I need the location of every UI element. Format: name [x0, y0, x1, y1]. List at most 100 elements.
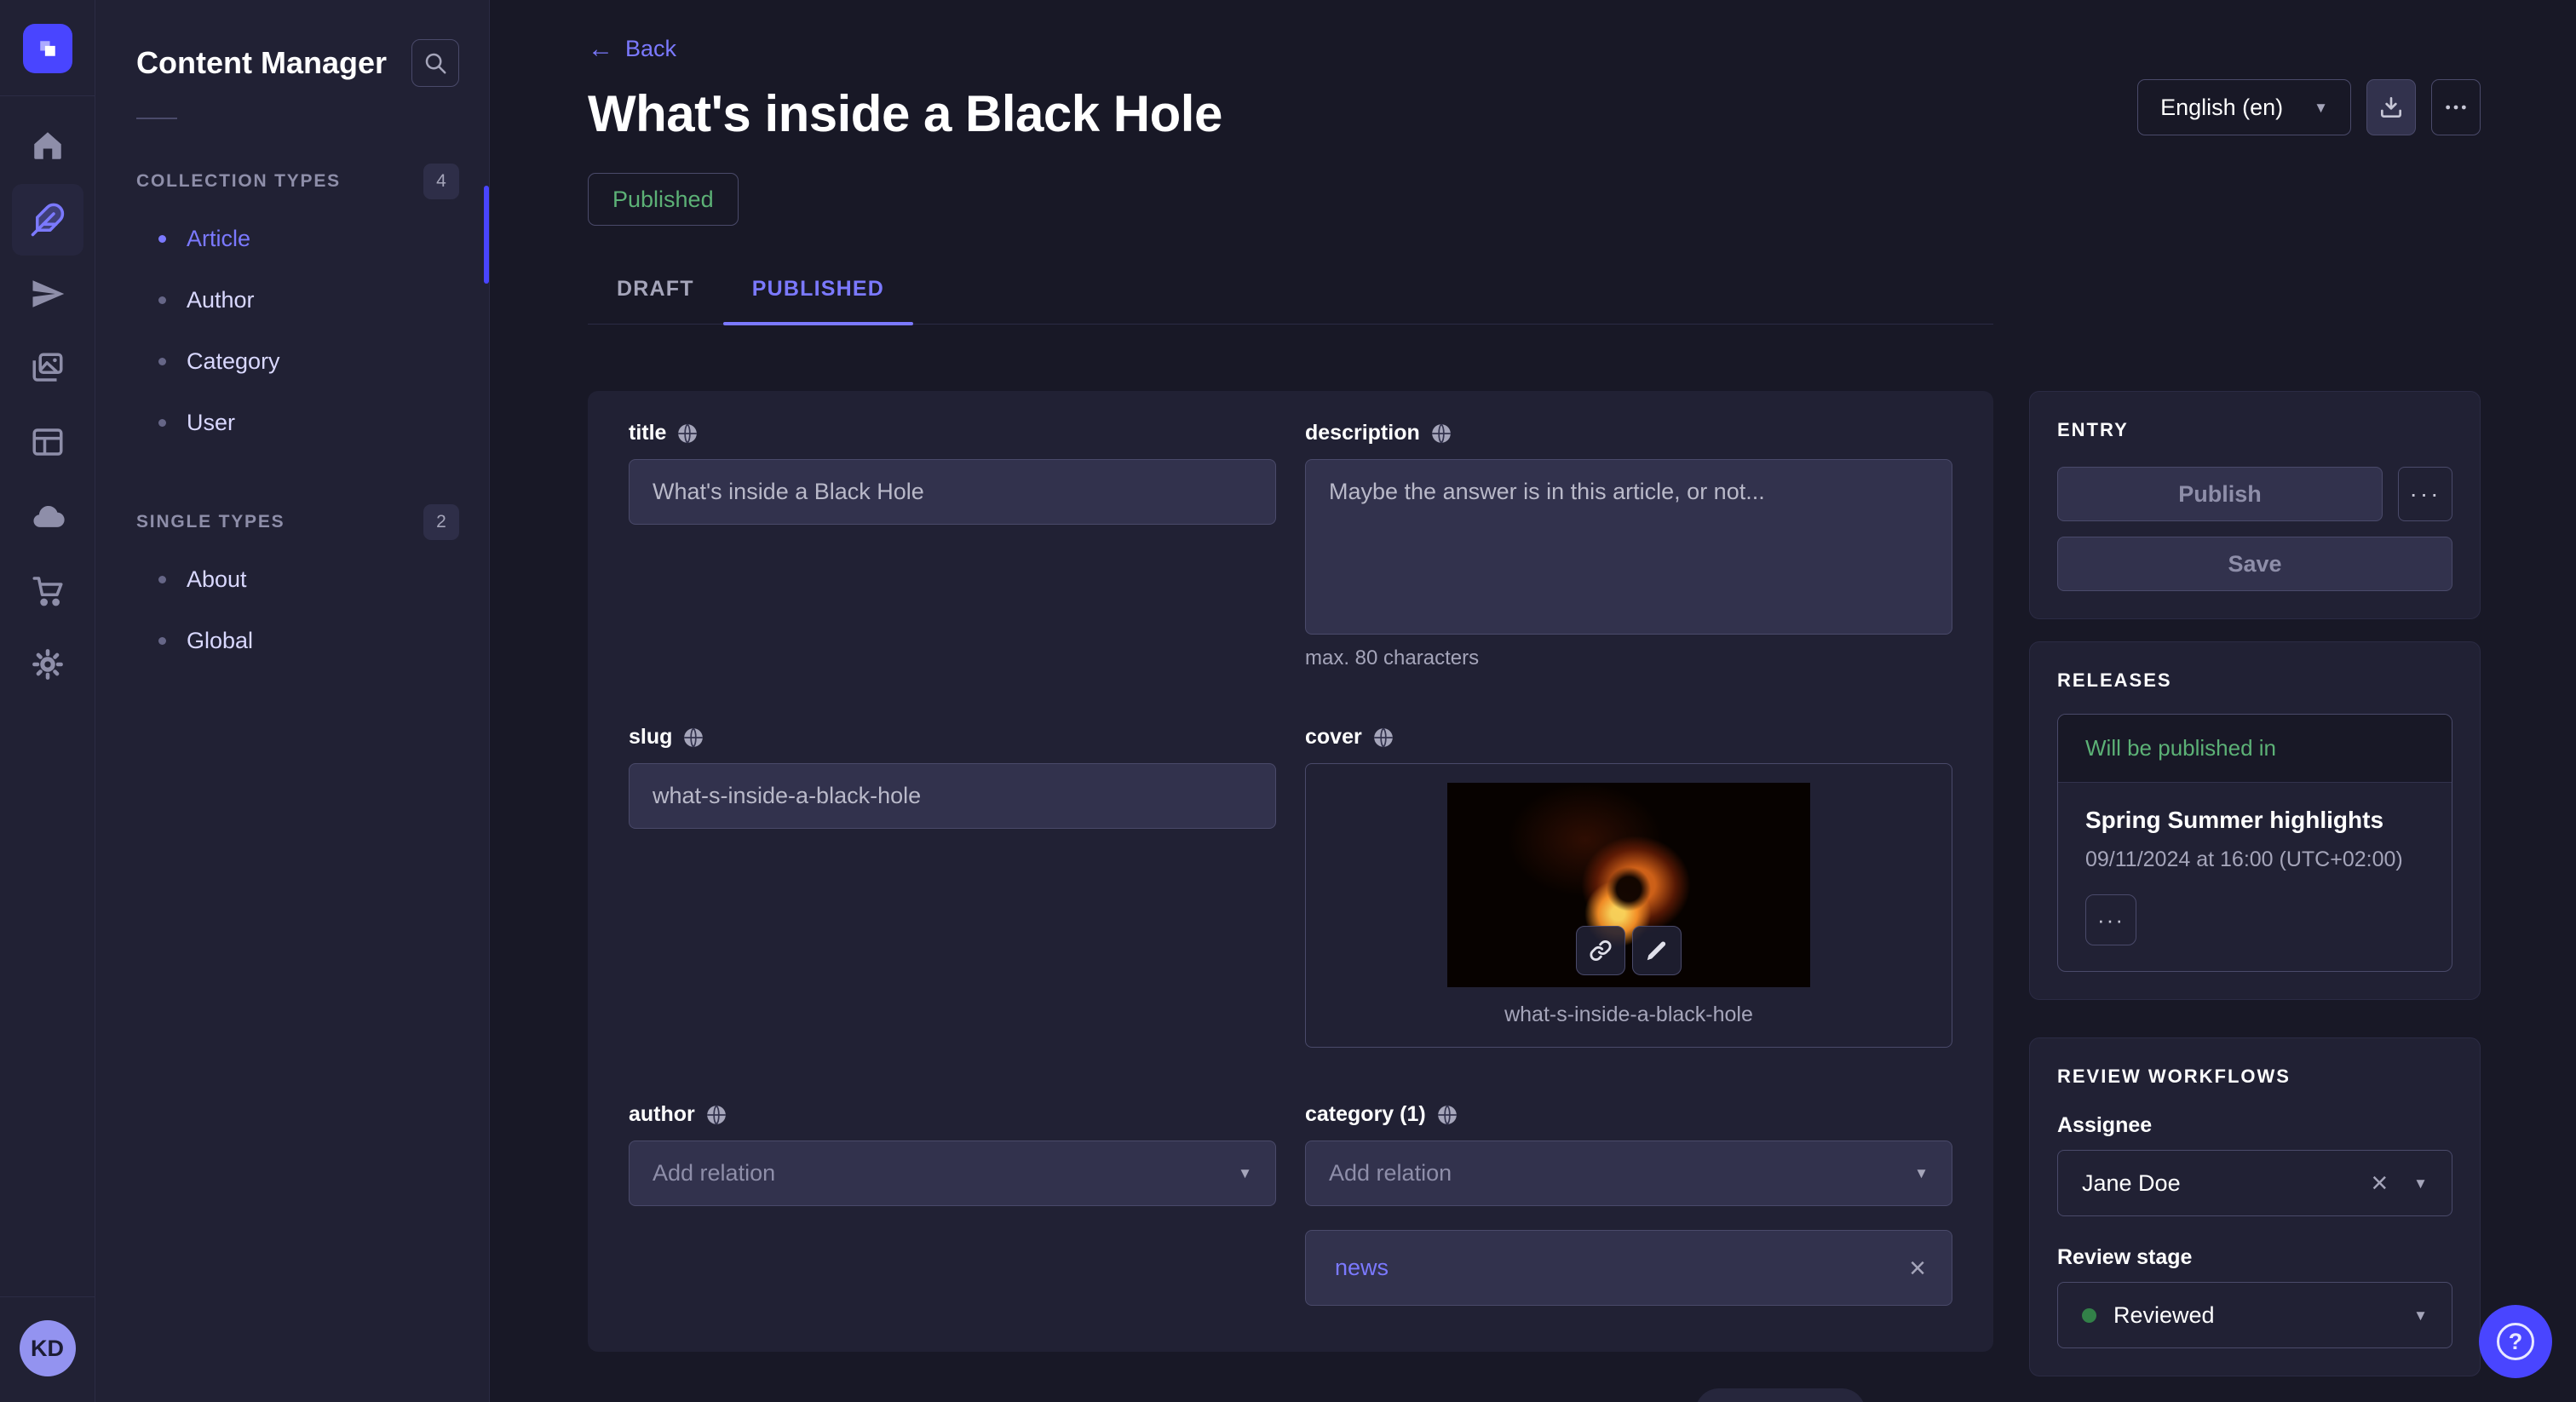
version-tabs: DRAFT PUBLISHED [588, 277, 1993, 325]
slug-input[interactable]: what-s-inside-a-black-hole [629, 763, 1276, 829]
bullet-icon [158, 358, 166, 365]
entry-more-button[interactable]: ··· [2398, 467, 2452, 521]
scroll-hidden-button[interactable] [1695, 1388, 1866, 1402]
cover-label: cover [1305, 725, 1362, 750]
collection-types-label: COLLECTION TYPES [136, 171, 341, 192]
locale-select[interactable]: English (en) ▼ [2137, 79, 2351, 135]
tab-draft[interactable]: DRAFT [588, 277, 723, 324]
home-icon[interactable] [24, 122, 72, 170]
status-badge: Published [588, 173, 739, 226]
search-icon [423, 50, 448, 76]
field-category: category (1) Add relation ▼ news × [1305, 1102, 1952, 1306]
sidebar-item-label: Category [187, 348, 280, 375]
publish-button[interactable]: Publish [2057, 467, 2383, 521]
chevron-down-icon: ▼ [1238, 1166, 1252, 1181]
back-link[interactable]: ← Back [588, 36, 676, 62]
remove-relation-icon[interactable]: × [1909, 1254, 1926, 1283]
category-label: category (1) [1305, 1102, 1426, 1127]
side-panel-column: ENTRY Publish ··· Save RELEASES Will be … [2029, 391, 2481, 1376]
collection-types-section: COLLECTION TYPES 4 Article Author Catego… [136, 164, 459, 453]
assignee-label: Assignee [2057, 1113, 2452, 1138]
assignee-combobox[interactable]: Jane Doe × ▼ [2057, 1150, 2452, 1216]
header-more-button[interactable] [2431, 79, 2481, 135]
single-types-label: SINGLE TYPES [136, 512, 285, 532]
relation-link-news[interactable]: news [1335, 1255, 1389, 1281]
chevron-down-icon: ▼ [2413, 1308, 2428, 1323]
strapi-logo[interactable] [23, 24, 72, 73]
user-avatar[interactable]: KD [20, 1320, 76, 1376]
export-button[interactable] [2366, 79, 2416, 135]
copy-link-button[interactable] [1576, 926, 1625, 975]
sidebar-item-global[interactable]: Global [136, 610, 459, 671]
back-arrow-icon: ← [588, 37, 613, 62]
chevron-down-icon: ▼ [2314, 101, 2328, 115]
sidebar-item-category[interactable]: Category [136, 330, 459, 392]
sidebar-item-label: About [187, 566, 247, 593]
main-content: ← Back What's inside a Black Hole Englis… [490, 0, 2576, 1402]
sidebar-item-about[interactable]: About [136, 549, 459, 610]
release-card: Will be published in Spring Summer highl… [2057, 714, 2452, 972]
sidebar-item-label: Global [187, 628, 253, 654]
releases-icon[interactable] [24, 270, 72, 318]
field-author: author Add relation ▼ [629, 1102, 1276, 1306]
release-name: Spring Summer highlights [2085, 807, 2424, 834]
entry-panel: ENTRY Publish ··· Save [2029, 391, 2481, 619]
globe-icon [1372, 727, 1394, 749]
field-slug: slug what-s-inside-a-black-hole [629, 725, 1276, 1048]
review-stage-combobox[interactable]: Reviewed ▼ [2057, 1282, 2452, 1348]
content-manager-icon[interactable] [24, 196, 72, 244]
cover-image-black-hole [1447, 783, 1810, 987]
content-type-builder-icon[interactable] [24, 418, 72, 466]
sidebar-scrollbar-thumb[interactable] [484, 186, 489, 284]
globe-icon [682, 727, 704, 749]
globe-icon [1436, 1104, 1458, 1126]
save-button[interactable]: Save [2057, 537, 2452, 591]
author-relation-combobox[interactable]: Add relation ▼ [629, 1141, 1276, 1206]
search-button[interactable] [411, 39, 459, 87]
field-description: description Maybe the answer is in this … [1305, 421, 1952, 670]
edit-cover-button[interactable] [1632, 926, 1682, 975]
stage-status-dot [2082, 1308, 2096, 1323]
chevron-down-icon: ▼ [1914, 1166, 1929, 1181]
review-workflows-panel: REVIEW WORKFLOWS Assignee Jane Doe × ▼ R… [2029, 1037, 2481, 1376]
bullet-icon [158, 419, 166, 427]
question-mark-icon: ? [2497, 1323, 2534, 1360]
deploy-cloud-icon[interactable] [24, 492, 72, 540]
link-icon [1588, 938, 1613, 963]
author-placeholder: Add relation [653, 1160, 775, 1187]
sidebar-item-label: User [187, 410, 235, 436]
more-dots-icon [2442, 94, 2470, 121]
entry-panel-title: ENTRY [2057, 419, 2452, 441]
releases-panel: RELEASES Will be published in Spring Sum… [2029, 641, 2481, 1000]
category-relation-combobox[interactable]: Add relation ▼ [1305, 1141, 1952, 1206]
description-textarea[interactable]: Maybe the answer is in this article, or … [1305, 459, 1952, 635]
app-root: KD Content Manager COLLECTION TYPES 4 Ar… [0, 0, 2576, 1402]
description-hint: max. 80 characters [1305, 646, 1952, 670]
sidebar-item-author[interactable]: Author [136, 269, 459, 330]
review-panel-title: REVIEW WORKFLOWS [2057, 1066, 2452, 1088]
sidebar-title: Content Manager [136, 45, 387, 81]
single-types-count-badge: 2 [423, 504, 459, 540]
category-relation-item: news × [1305, 1230, 1952, 1306]
settings-gear-icon[interactable] [24, 641, 72, 688]
release-more-button[interactable]: ··· [2085, 894, 2136, 945]
help-button[interactable]: ? [2479, 1305, 2552, 1378]
content-manager-sidebar: Content Manager COLLECTION TYPES 4 Artic… [95, 0, 490, 1402]
single-types-section: SINGLE TYPES 2 About Global [136, 504, 459, 671]
clear-assignee-icon[interactable]: × [2371, 1169, 2388, 1198]
assignee-value: Jane Doe [2082, 1170, 2181, 1197]
release-status: Will be published in [2058, 715, 2452, 783]
tab-published[interactable]: PUBLISHED [723, 277, 913, 324]
download-icon [2378, 94, 2405, 121]
stage-value: Reviewed [2113, 1302, 2215, 1329]
entry-form-card: title What's inside a Black Hole descrip… [588, 391, 1993, 1352]
marketplace-cart-icon[interactable] [24, 566, 72, 614]
cover-media-card: what-s-inside-a-black-hole [1305, 763, 1952, 1048]
sidebar-item-article[interactable]: Article [136, 208, 459, 269]
rail-divider [0, 95, 95, 96]
media-library-icon[interactable] [24, 344, 72, 392]
author-label: author [629, 1102, 695, 1127]
sidebar-item-user[interactable]: User [136, 392, 459, 453]
cover-filename: what-s-inside-a-black-hole [1504, 1003, 1753, 1027]
title-input[interactable]: What's inside a Black Hole [629, 459, 1276, 525]
